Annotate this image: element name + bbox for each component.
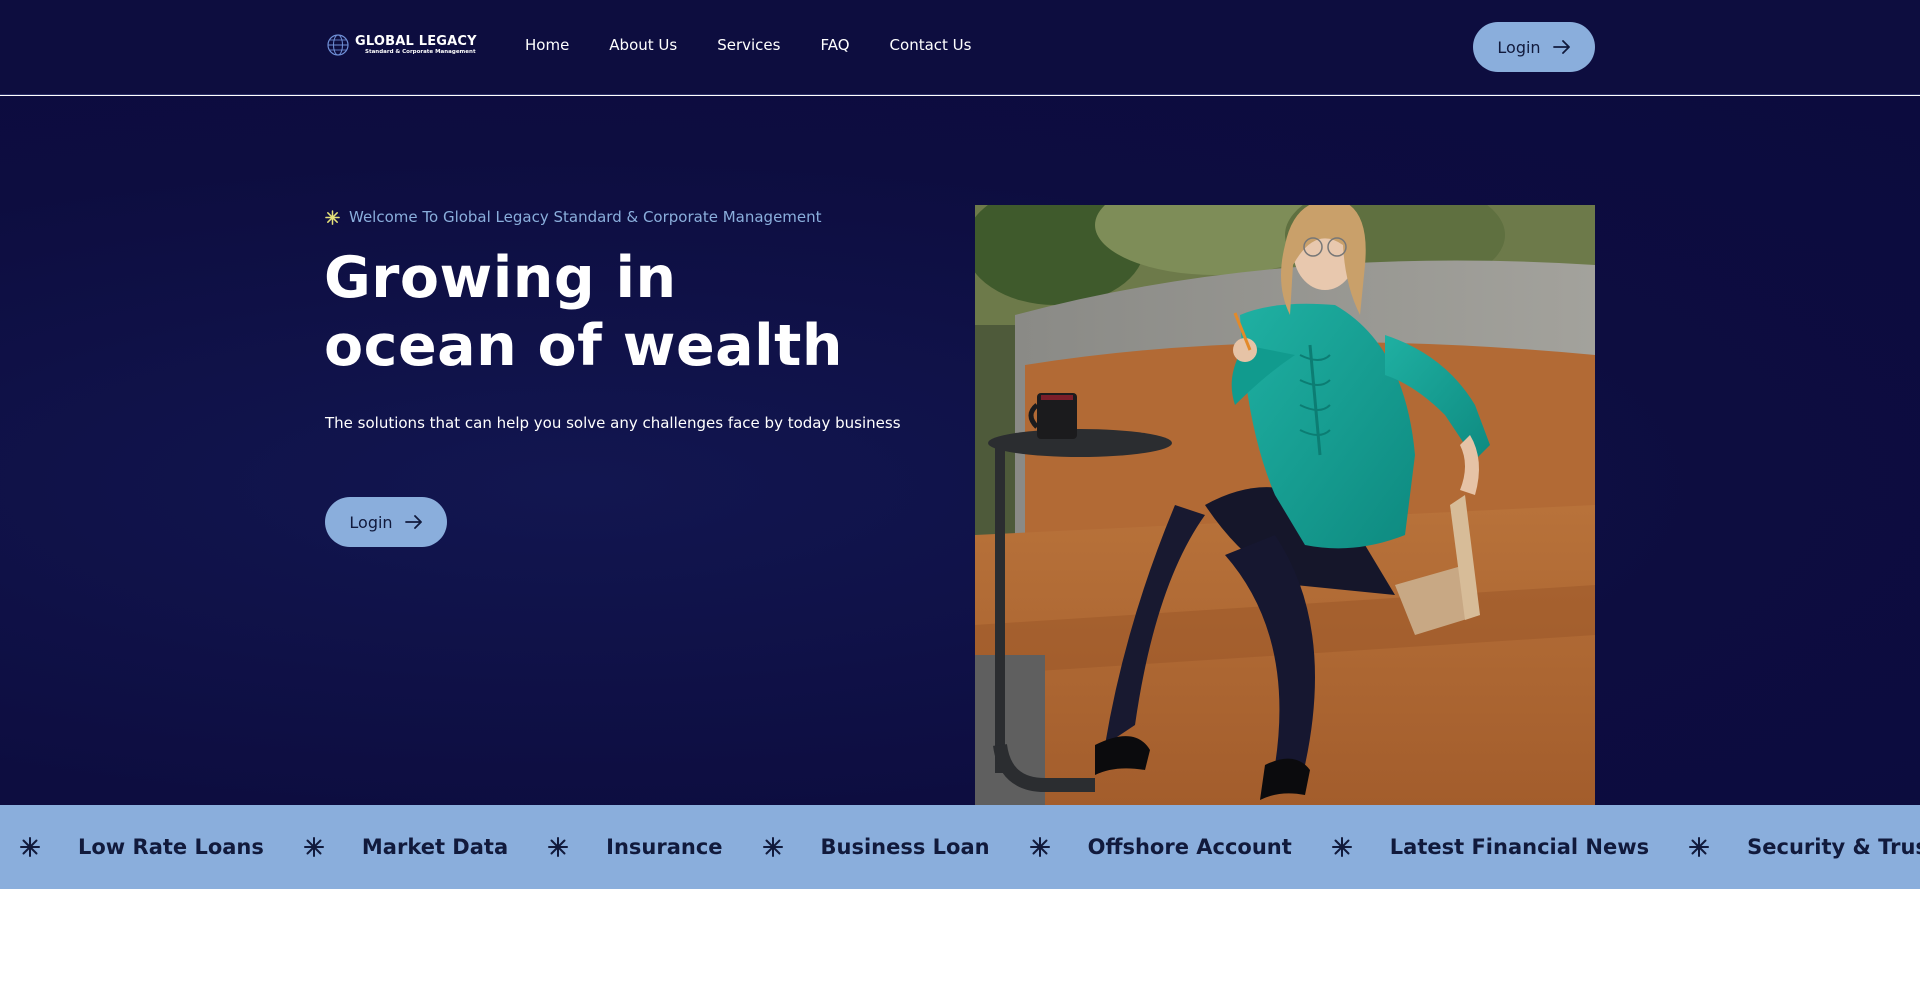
asterisk-star-icon	[20, 837, 40, 857]
hero-login-button[interactable]: Login	[325, 497, 447, 547]
ticker-label: Insurance	[606, 835, 723, 859]
ticker-item: Security & Trust	[1689, 835, 1920, 859]
ticker-label: Market Data	[361, 835, 509, 859]
nav-link-services[interactable]: Services	[717, 36, 780, 54]
hero-description: The solutions that can help you solve an…	[325, 414, 901, 432]
ticker-item: Offshore Account	[1029, 835, 1332, 859]
nav-link-about-us[interactable]: About Us	[609, 36, 677, 54]
nav-link-home[interactable]: Home	[525, 36, 569, 54]
asterisk-star-icon	[1331, 837, 1352, 857]
businesswoman-on-sofa-illustration	[975, 205, 1595, 805]
hero-login-label: Login	[349, 512, 393, 532]
services-ticker: Low Rate Loans Market Data Insurance Bus…	[0, 805, 1920, 889]
ticker-track: Low Rate Loans Market Data Insurance Bus…	[20, 805, 1920, 889]
ticker-item: Latest Financial News	[1331, 835, 1689, 859]
top-navbar: GLOBAL LEGACY Standard & Corporate Manag…	[0, 0, 1920, 95]
ticker-label: Offshore Account	[1087, 835, 1292, 859]
ticker-label: Latest Financial News	[1389, 835, 1650, 859]
asterisk-star-icon	[325, 209, 340, 225]
hero-photo	[975, 205, 1595, 805]
arrow-right-icon	[404, 515, 422, 529]
arrow-right-icon	[1552, 40, 1570, 54]
brand-subtitle: Standard & Corporate Management	[365, 48, 476, 55]
nav-link-faq[interactable]: FAQ	[820, 36, 849, 54]
nav-login-button[interactable]: Login	[1473, 22, 1595, 72]
main-nav: Home About Us Services FAQ Contact Us	[525, 36, 971, 54]
nav-login-label: Login	[1497, 37, 1541, 57]
hero-section: Welcome To Global Legacy Standard & Corp…	[0, 96, 1920, 805]
globe-icon	[327, 34, 349, 56]
welcome-tagline: Welcome To Global Legacy Standard & Corp…	[325, 208, 822, 226]
asterisk-star-icon	[303, 837, 324, 857]
brand-title: GLOBAL LEGACY	[355, 33, 477, 49]
ticker-label: Low Rate Loans	[78, 835, 264, 859]
asterisk-star-icon	[762, 837, 783, 857]
welcome-text: Welcome To Global Legacy Standard & Corp…	[349, 208, 822, 226]
asterisk-star-icon	[1029, 837, 1050, 857]
ticker-item: Low Rate Loans	[20, 835, 304, 859]
ticker-item: Market Data	[303, 835, 548, 859]
asterisk-star-icon	[548, 837, 569, 857]
ticker-item: Business Loan	[762, 835, 1030, 859]
asterisk-star-icon	[1689, 837, 1710, 857]
ticker-label: Security & Trust	[1747, 835, 1920, 859]
brand-logo[interactable]: GLOBAL LEGACY Standard & Corporate Manag…	[325, 30, 477, 60]
ticker-label: Business Loan	[820, 835, 990, 859]
hero-title: Growing in ocean of wealth	[324, 245, 843, 379]
ticker-item: Insurance	[548, 835, 762, 859]
nav-link-contact-us[interactable]: Contact Us	[890, 36, 972, 54]
